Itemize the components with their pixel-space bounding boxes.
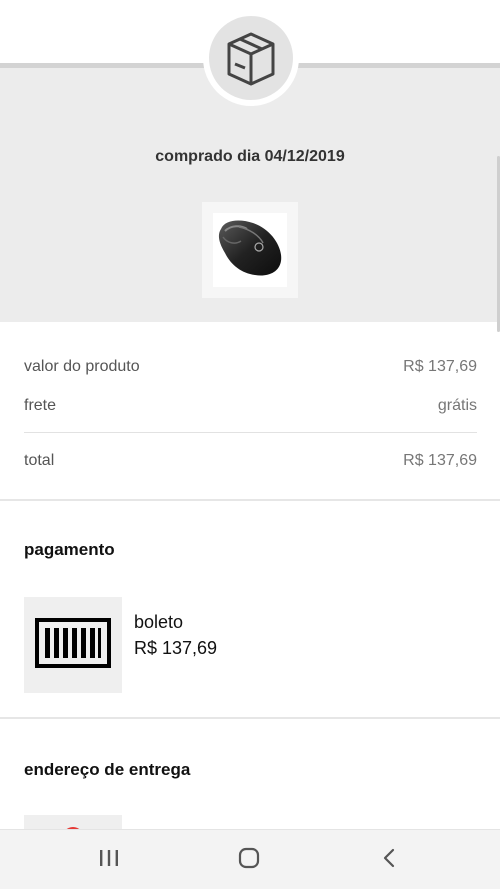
product-value: R$ 137,69 — [403, 358, 477, 375]
payment-method-thumbnail — [24, 597, 122, 693]
total-label: total — [24, 452, 55, 469]
product-thumbnail[interactable] — [202, 202, 298, 298]
section-divider — [0, 499, 500, 501]
total-row: total R$ 137,69 — [24, 452, 477, 470]
total-value: R$ 137,69 — [403, 452, 477, 469]
package-box-icon — [221, 26, 281, 91]
shipping-label: frete — [24, 397, 57, 414]
order-detail-screen: comprado dia 04/12/2019 valor do produto… — [0, 0, 500, 889]
payment-amount: R$ 137,69 — [134, 638, 218, 658]
recent-apps-button[interactable] — [79, 830, 139, 889]
back-button[interactable] — [359, 830, 419, 889]
order-header: comprado dia 04/12/2019 — [0, 0, 500, 322]
shipping-row: frete grátis — [24, 397, 477, 415]
summary-divider — [24, 432, 477, 433]
home-icon — [238, 847, 260, 874]
payment-method: boleto — [134, 612, 184, 632]
delivery-title: endereço de entrega — [24, 760, 191, 779]
shipping-value: grátis — [437, 397, 477, 414]
product-value-row: valor do produto R$ 137,69 — [24, 358, 477, 376]
computer-mouse-image — [215, 217, 285, 284]
purchase-date: comprado dia 04/12/2019 — [155, 148, 345, 165]
payment-method-info: boleto R$ 137,69 — [134, 609, 217, 661]
recent-apps-icon — [98, 848, 120, 873]
product-value-label: valor do produto — [24, 358, 140, 375]
system-navigation-bar — [0, 829, 500, 889]
section-divider — [0, 717, 500, 719]
order-status-badge — [203, 10, 299, 106]
home-button[interactable] — [219, 830, 279, 889]
payment-title: pagamento — [24, 540, 115, 559]
barcode-icon — [35, 617, 111, 673]
back-icon — [381, 847, 397, 874]
